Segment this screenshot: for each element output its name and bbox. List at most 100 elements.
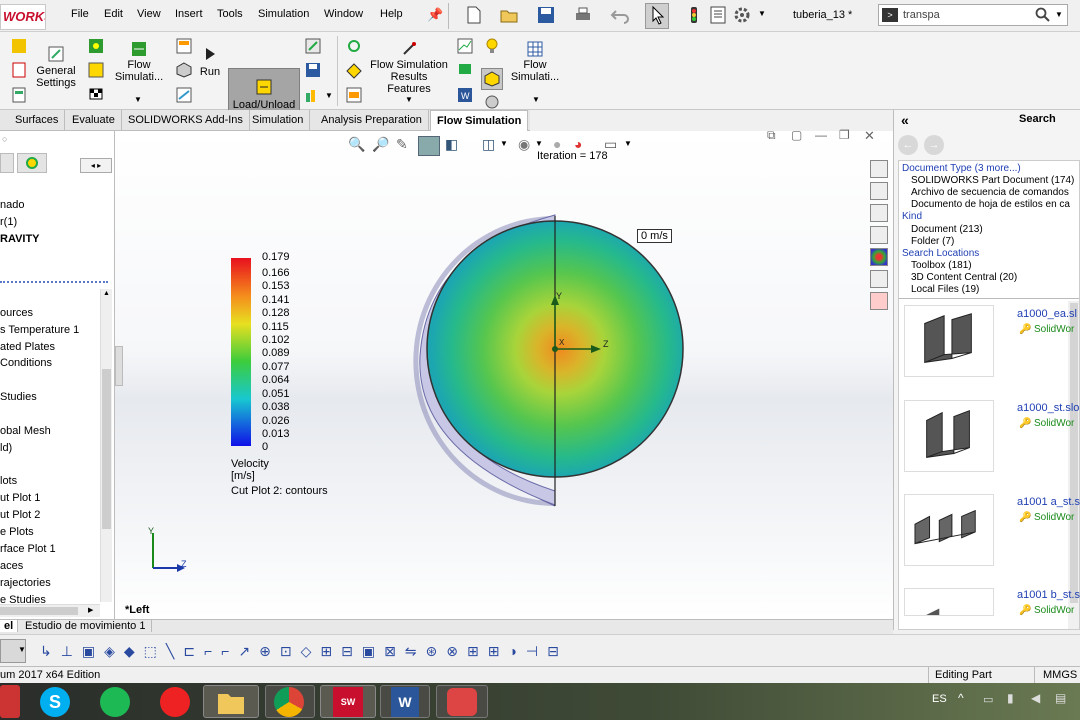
tree-item[interactable]: rajectories xyxy=(0,577,51,589)
traffic-light-icon[interactable] xyxy=(684,5,704,25)
menu-tools[interactable]: Tools xyxy=(217,8,243,20)
dynamic-annotation-icon[interactable]: ◧ xyxy=(445,136,458,153)
result-thumbnail[interactable] xyxy=(904,588,994,616)
scroll-tabs-arrows[interactable]: ◂ ▸ xyxy=(80,158,112,173)
results-scrollbar[interactable] xyxy=(1068,301,1079,629)
home-icon[interactable] xyxy=(870,160,888,178)
tree-item[interactable]: ut Plot 1 xyxy=(0,492,40,504)
minimize-icon[interactable]: — xyxy=(815,128,827,142)
filter-item[interactable]: Archivo de secuencia de comandos xyxy=(911,187,1069,198)
result-file-name[interactable]: a1001 b_st.s xyxy=(1017,589,1080,601)
tree-scrollbar[interactable]: ▲ xyxy=(100,289,112,602)
close-icon[interactable]: ✕ xyxy=(864,128,875,144)
results-summary-icon[interactable] xyxy=(305,87,321,103)
notifications-icon[interactable]: ▤ xyxy=(1055,691,1066,705)
print-icon[interactable] xyxy=(573,5,593,25)
tab-simulation[interactable]: Simulation xyxy=(246,110,311,131)
lightbulb-icon[interactable] xyxy=(484,38,500,54)
volume-icon[interactable]: ◀ xyxy=(1031,691,1040,705)
diamond-icon[interactable] xyxy=(346,63,362,79)
tab-solidworks-add-ins[interactable]: SOLIDWORKS Add-Ins xyxy=(122,110,250,131)
result-thumbnail[interactable] xyxy=(904,400,994,472)
tree-item[interactable]: rface Plot 1 xyxy=(0,543,56,555)
search-input[interactable]: transpa xyxy=(903,9,940,21)
filter-item[interactable]: Local Files (19) xyxy=(911,284,979,295)
sketch-tools-row[interactable]: ↳⊥▣◈◆⬚╲⊏⌐⌐↗⊕⊡◇⊞⊟▣⊠⇋⊛⊗⊞⊞◑⊣⊟ xyxy=(40,643,720,661)
tab-evaluate[interactable]: Evaluate xyxy=(66,110,122,131)
appearances-icon[interactable] xyxy=(870,248,888,266)
filter-item[interactable]: Toolbox (181) xyxy=(911,260,972,271)
section-view-icon[interactable] xyxy=(418,136,440,156)
scrollbar-thumb[interactable] xyxy=(102,369,111,529)
panel-tab[interactable] xyxy=(0,153,14,173)
tile-view-icon[interactable]: ▢ xyxy=(791,128,802,142)
zoom-to-area-icon[interactable]: 🔎 xyxy=(372,136,389,153)
result-file-name[interactable]: a1000_ea.sl xyxy=(1017,308,1077,320)
tab-model[interactable]: el xyxy=(0,620,19,632)
result-file-name[interactable]: a1001 a_st.s xyxy=(1017,496,1080,508)
flow-tree-icon[interactable] xyxy=(346,38,362,54)
scroll-up-icon[interactable]: ▲ xyxy=(103,290,110,297)
tree-item[interactable]: e Plots xyxy=(0,526,34,538)
save-icon[interactable] xyxy=(536,5,556,25)
app-icon[interactable] xyxy=(0,685,20,718)
word-export-icon[interactable]: W xyxy=(457,87,473,103)
flag-icon[interactable] xyxy=(457,62,473,78)
tree-item[interactable]: ut Plot 2 xyxy=(0,509,40,521)
run-button[interactable]: Run xyxy=(196,66,224,78)
input-language[interactable]: ES xyxy=(932,693,947,705)
tree-top-item[interactable]: nado xyxy=(0,199,24,211)
chevron-down-icon[interactable]: ▼ xyxy=(325,91,333,100)
options-gear-icon[interactable] xyxy=(732,5,752,25)
project-icon[interactable] xyxy=(176,38,192,54)
zoom-to-fit-icon[interactable]: 🔍 xyxy=(348,136,365,153)
filter-header[interactable]: Kind xyxy=(902,211,922,222)
menu-view[interactable]: View xyxy=(137,8,161,20)
spotify-icon[interactable] xyxy=(100,687,130,717)
filter-header[interactable]: Search Locations xyxy=(902,248,979,259)
new-document-icon[interactable] xyxy=(464,5,484,25)
panel-collapse-handle[interactable] xyxy=(115,346,123,386)
chevron-down-icon[interactable]: ▼ xyxy=(134,95,142,104)
probe-icon[interactable] xyxy=(305,38,321,54)
tree-item[interactable]: lots xyxy=(0,475,17,487)
menu-simulation[interactable]: Simulation xyxy=(258,8,309,20)
filter-item[interactable]: Documento de hoja de estilos en ca xyxy=(911,199,1070,210)
result-thumbnail[interactable] xyxy=(904,305,994,377)
fs-results-features-button[interactable]: Flow Simulation Results Features xyxy=(368,59,450,95)
custom-properties-icon[interactable] xyxy=(870,270,888,288)
tree-item[interactable]: Studies xyxy=(0,391,37,403)
tab-motion-study[interactable]: Estudio de movimiento 1 xyxy=(19,620,153,632)
filter-item[interactable]: SOLIDWORKS Part Document (174) xyxy=(911,175,1074,186)
general-settings-icon[interactable] xyxy=(48,46,64,62)
flow-simulation-grid-icon[interactable] xyxy=(527,41,543,57)
result-thumbnail[interactable] xyxy=(904,494,994,566)
network-icon[interactable]: ▭ xyxy=(983,693,993,706)
back-arrow-icon[interactable]: ← xyxy=(898,135,918,155)
document-icon[interactable] xyxy=(11,62,27,78)
collapse-panel-icon[interactable]: « xyxy=(901,112,909,128)
maximize-icon[interactable]: ❐ xyxy=(839,128,850,142)
units-label[interactable]: MMGS xyxy=(1043,669,1077,681)
view-palette-icon[interactable] xyxy=(870,226,888,244)
filter-header[interactable]: Document Type (3 more...) xyxy=(902,163,1021,174)
filter-item[interactable]: Document (213) xyxy=(911,224,983,235)
chevron-down-icon[interactable]: ▼ xyxy=(758,9,766,18)
tree-item[interactable]: ated Plates xyxy=(0,341,55,353)
tree-item[interactable]: ources xyxy=(0,307,33,319)
computational-domain-icon[interactable] xyxy=(88,62,104,78)
chevron-down-icon[interactable]: ▼ xyxy=(535,139,543,148)
results-features-icon[interactable] xyxy=(401,41,417,57)
tree-item[interactable]: obal Mesh xyxy=(0,425,51,437)
horizontal-scrollbar[interactable]: ▶ xyxy=(0,604,100,617)
graphics-area[interactable]: Y Z X 🔍 🔎 ✎ ◧ ◫ ▼ ◉ ▼ ● ◕ ▭ ▼ Iteration … xyxy=(115,128,893,619)
scroll-right-icon[interactable]: ▶ xyxy=(88,606,93,614)
menu-edit[interactable]: Edit xyxy=(104,8,123,20)
chevron-down-icon[interactable]: ▼ xyxy=(624,139,632,148)
search-dropdown-icon[interactable]: ▼ xyxy=(1055,10,1063,19)
report-icon[interactable] xyxy=(11,87,27,103)
chevron-down-icon[interactable]: ▼ xyxy=(500,139,508,148)
display-style-icon[interactable]: ◉ xyxy=(518,136,530,153)
options-icon[interactable] xyxy=(11,38,27,54)
restore-view-icon[interactable]: ⧉ xyxy=(767,128,776,143)
